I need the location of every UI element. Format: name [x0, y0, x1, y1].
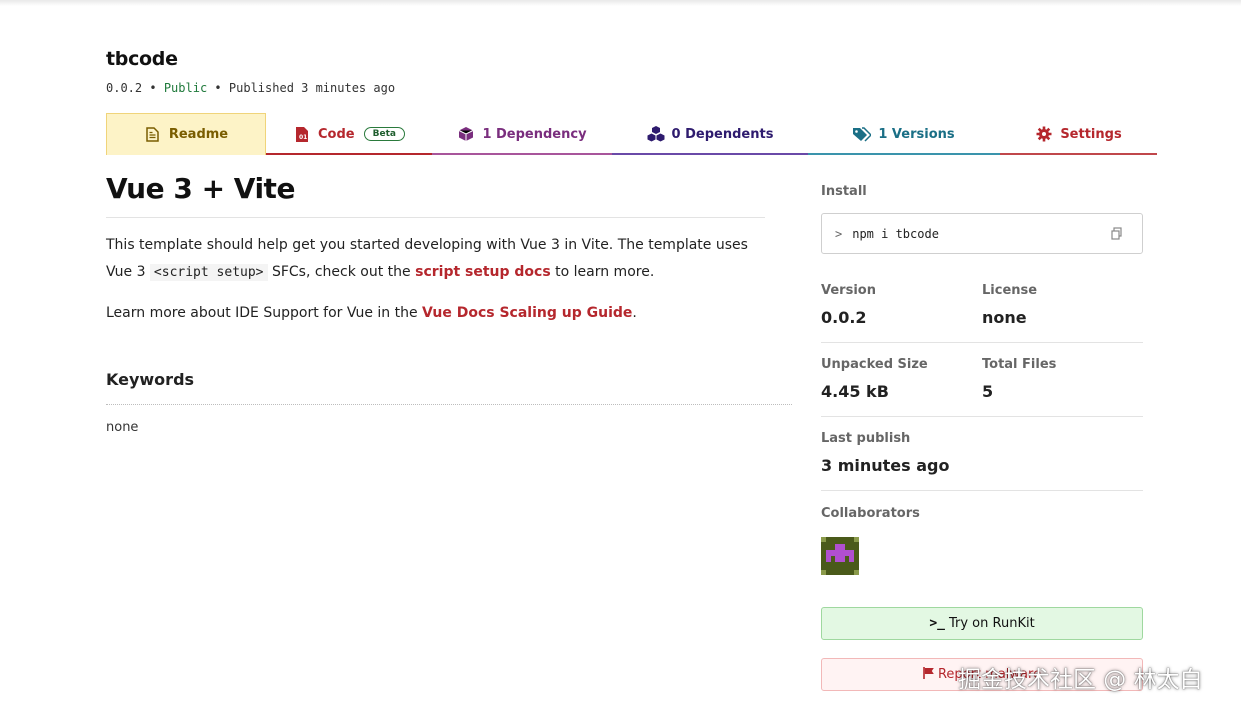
keywords-divider [106, 404, 792, 405]
gear-icon [1035, 125, 1053, 143]
text: SFCs, check out the [267, 264, 416, 280]
keywords-heading: Keywords [106, 370, 195, 389]
package-published: Published 3 minutes ago [228, 81, 396, 95]
readme-paragraph-1: This template should help get you starte… [106, 232, 776, 286]
terminal-icon: >_ [929, 616, 945, 631]
tab-label: Settings [1060, 126, 1122, 142]
package-meta: 0.0.2 • Public • Published 3 minutes ago [106, 81, 395, 95]
tab-underline-settings [1000, 153, 1157, 155]
svg-text:01: 01 [299, 134, 307, 141]
watermark: 掘金技术社区 @ 林太白 [958, 667, 1203, 693]
tab-underline-versions [808, 153, 1000, 155]
inline-code: <script setup> [149, 264, 268, 281]
package-name: tbcode [106, 48, 178, 70]
text: Learn more about IDE Support for Vue in … [106, 305, 423, 321]
sidebar-divider [821, 490, 1143, 491]
keywords-value: none [106, 420, 139, 435]
button-label: Try on RunKit [948, 616, 1035, 631]
license-value: none [982, 308, 1027, 327]
tab-label: Readme [168, 127, 229, 142]
last-publish-value: 3 minutes ago [821, 456, 950, 475]
title-divider [106, 217, 765, 218]
tab-label: 1 Versions [878, 126, 955, 142]
package-visibility: Public [163, 81, 208, 95]
install-command: npm i tbcode [852, 226, 939, 241]
tags-icon [853, 125, 872, 143]
tab-settings[interactable]: Settings [1000, 113, 1157, 155]
tab-underline-dependency [432, 153, 612, 155]
package-tabs: Readme 01 Code Beta 1 Dependency 0 Depen… [106, 113, 1157, 155]
package-version: 0.0.2 [106, 81, 143, 95]
install-command-box[interactable]: > npm i tbcode [821, 213, 1143, 254]
tab-dependencies[interactable]: 1 Dependency [432, 113, 612, 155]
tab-underline-dependents [612, 153, 808, 155]
tab-label: Code [318, 126, 355, 142]
chevron-right-icon: > [835, 226, 843, 241]
copy-icon[interactable] [1110, 226, 1124, 240]
version-value: 0.0.2 [821, 308, 867, 327]
version-label: Version [821, 283, 876, 298]
meta-separator: • [149, 81, 157, 95]
tab-dependents[interactable]: 0 Dependents [612, 113, 808, 155]
beta-badge: Beta [363, 127, 405, 141]
flag-icon [923, 666, 935, 683]
sidebar-divider [821, 416, 1143, 417]
total-files-label: Total Files [982, 357, 1057, 372]
tab-underline-code [266, 153, 432, 155]
readme-paragraph-2: Learn more about IDE Support for Vue in … [106, 300, 776, 327]
tab-code[interactable]: 01 Code Beta [266, 113, 432, 155]
text: to learn more. [550, 264, 655, 280]
script-setup-docs-link[interactable]: script setup docs [415, 264, 551, 280]
collaborator-avatar[interactable] [821, 537, 859, 575]
document-icon [144, 126, 162, 144]
box-icon [457, 125, 475, 143]
total-files-value: 5 [982, 382, 994, 401]
text: . [632, 305, 637, 321]
tab-readme[interactable]: Readme [106, 113, 266, 155]
readme-title: Vue 3 + Vite [106, 172, 295, 205]
license-label: License [982, 283, 1038, 298]
tab-label: 1 Dependency [482, 126, 587, 142]
tab-versions[interactable]: 1 Versions [808, 113, 1000, 155]
try-runkit-button[interactable]: >_ Try on RunKit [821, 607, 1143, 640]
install-label: Install [821, 184, 867, 199]
sidebar-divider [821, 342, 1143, 343]
vue-docs-link[interactable]: Vue Docs Scaling up Guide [422, 305, 632, 321]
code-file-icon: 01 [293, 125, 311, 143]
last-publish-label: Last publish [821, 431, 911, 446]
boxes-icon [647, 125, 665, 143]
meta-separator: • [214, 81, 222, 95]
unpacked-size-value: 4.45 kB [821, 382, 889, 401]
unpacked-size-label: Unpacked Size [821, 357, 928, 372]
tab-label: 0 Dependents [671, 126, 774, 142]
top-shadow [0, 0, 1241, 6]
collaborators-label: Collaborators [821, 506, 920, 521]
